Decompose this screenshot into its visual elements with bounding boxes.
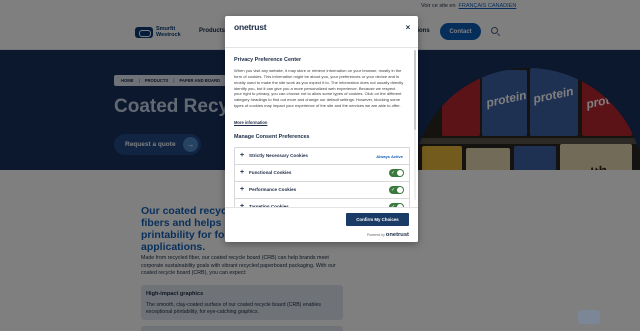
divider bbox=[225, 47, 418, 48]
manage-consent-title: Manage Consent Preferences bbox=[234, 134, 310, 140]
checkmark-icon: ✓ bbox=[391, 170, 396, 176]
modal-scrollbar[interactable] bbox=[414, 50, 416, 200]
consent-row-strictly-necessary[interactable]: + Strictly Necessary Cookies Always Acti… bbox=[235, 148, 409, 165]
powered-by-brand: onetrust bbox=[385, 232, 409, 238]
privacy-center-title: Privacy Preference Center bbox=[234, 57, 302, 63]
scrollbar-thumb[interactable] bbox=[414, 50, 416, 130]
modal-footer: Confirm My Choices Powered byonetrust bbox=[225, 207, 418, 242]
functional-toggle[interactable]: ✓ bbox=[389, 169, 404, 177]
consent-label: Performance Cookies bbox=[249, 187, 297, 192]
consent-row-performance[interactable]: + Performance Cookies ✓ bbox=[235, 182, 409, 199]
consent-label: Functional Cookies bbox=[249, 170, 292, 175]
plus-icon: + bbox=[240, 169, 245, 176]
always-active-badge: Always Active bbox=[376, 154, 403, 159]
floating-widget[interactable] bbox=[578, 310, 600, 324]
onetrust-logo: onetrust bbox=[234, 22, 267, 32]
powered-by-onetrust[interactable]: Powered byonetrust bbox=[346, 232, 409, 238]
performance-toggle[interactable]: ✓ bbox=[389, 186, 404, 194]
modal-content: onetrust × Privacy Preference Center Whe… bbox=[225, 16, 418, 217]
powered-by-text: Powered by bbox=[366, 233, 385, 237]
plus-icon: + bbox=[240, 186, 245, 193]
confirm-choices-button[interactable]: Confirm My Choices bbox=[346, 213, 409, 226]
more-information-link[interactable]: More information bbox=[234, 120, 267, 125]
plus-icon: + bbox=[240, 152, 245, 159]
consent-label: Strictly Necessary Cookies bbox=[249, 153, 308, 158]
close-button[interactable]: × bbox=[403, 22, 413, 32]
consent-row-functional[interactable]: + Functional Cookies ✓ bbox=[235, 165, 409, 182]
checkmark-icon: ✓ bbox=[391, 187, 396, 193]
privacy-preference-modal: onetrust × Privacy Preference Center Whe… bbox=[225, 16, 418, 242]
privacy-description: When you visit any website, it may store… bbox=[234, 68, 404, 109]
